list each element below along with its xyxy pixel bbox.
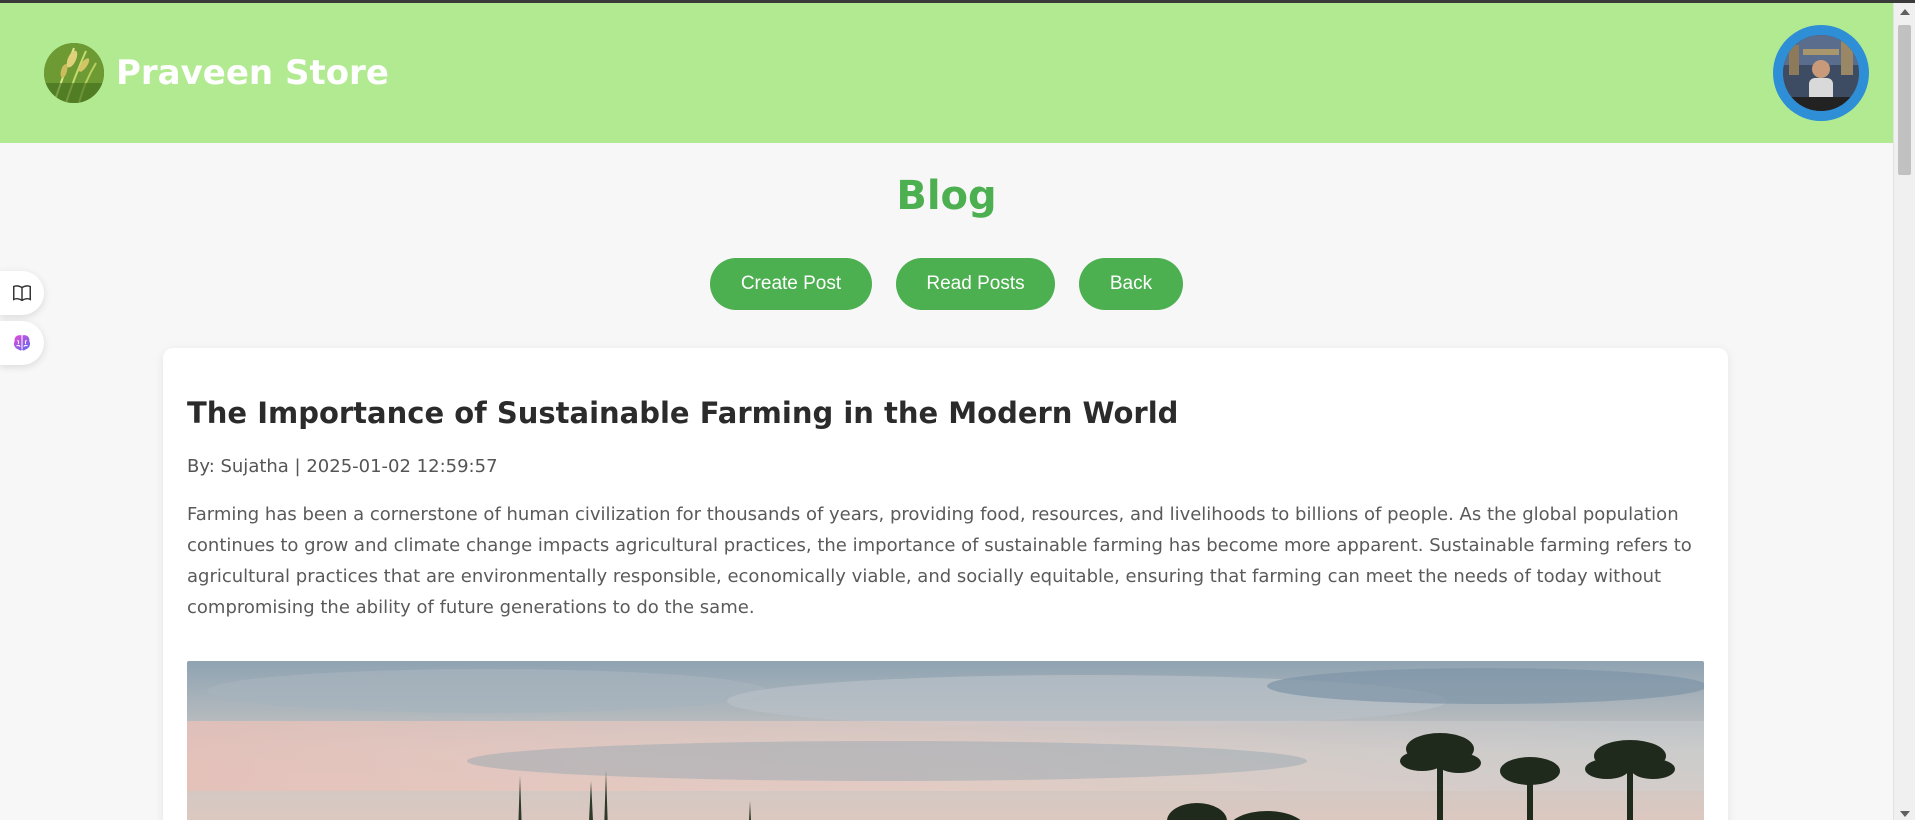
read-posts-button[interactable]: Read Posts bbox=[896, 258, 1055, 310]
blog-actions: Create Post Read Posts Back bbox=[0, 258, 1893, 310]
brand-name: Praveen Store bbox=[116, 53, 389, 93]
scroll-down-arrow-icon[interactable] bbox=[1900, 811, 1910, 817]
scroll-up-arrow-icon[interactable] bbox=[1900, 9, 1910, 15]
page-scrollbar[interactable] bbox=[1893, 3, 1915, 820]
post-title: The Importance of Sustainable Farming in… bbox=[187, 396, 1179, 430]
post-body: Farming has been a cornerstone of human … bbox=[187, 504, 1692, 618]
page-title: Blog bbox=[896, 173, 997, 219]
user-avatar-button[interactable] bbox=[1773, 25, 1869, 121]
back-button[interactable]: Back bbox=[1079, 258, 1183, 310]
post-image bbox=[187, 661, 1704, 820]
create-post-button[interactable]: Create Post bbox=[710, 258, 872, 310]
post-card: The Importance of Sustainable Farming in… bbox=[163, 348, 1728, 820]
user-avatar-icon bbox=[1783, 35, 1859, 111]
scroll-thumb[interactable] bbox=[1898, 25, 1911, 175]
brain-icon[interactable] bbox=[0, 321, 44, 365]
rice-plant-logo-icon bbox=[44, 43, 104, 103]
post-meta: By: Sujatha | 2025-01-02 12:59:57 bbox=[187, 456, 498, 477]
site-header: Praveen Store bbox=[0, 3, 1893, 143]
brand[interactable]: Praveen Store bbox=[44, 43, 389, 103]
